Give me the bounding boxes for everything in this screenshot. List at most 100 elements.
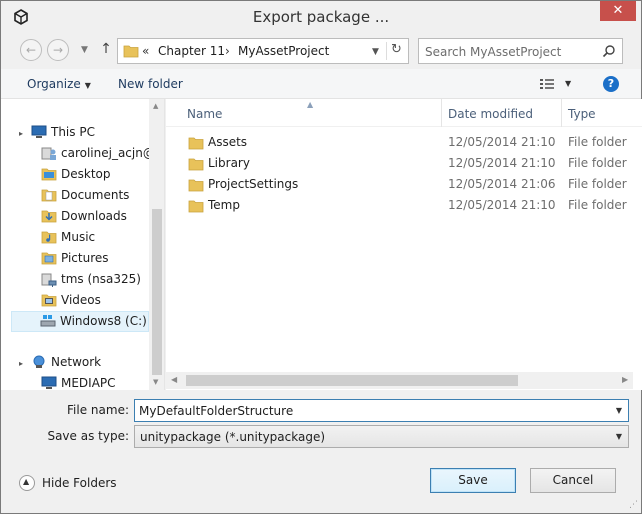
folder-icon (41, 210, 57, 223)
nav-item-label: Downloads (61, 209, 127, 223)
breadcrumb-chapter-11[interactable]: Chapter 11 (158, 44, 225, 58)
window-title: Export package ... (252, 8, 390, 26)
nav-item-label: This PC (51, 125, 95, 139)
view-options-dropdown[interactable]: ▼ (565, 79, 571, 88)
nav-item-music[interactable]: Music (41, 228, 151, 248)
network-drive-icon (41, 273, 57, 287)
folder-icon (41, 168, 57, 181)
nav-item-pictures[interactable]: Pictures (41, 249, 151, 269)
chevron-down-icon: ▼ (81, 45, 88, 55)
save-as-type-label: Save as type: (47, 429, 129, 443)
file-name: Assets (208, 135, 248, 149)
nav-item-label: MEDIAPC (61, 376, 116, 390)
file-row-library[interactable]: Library 12/05/2014 21:10 File folder (166, 153, 642, 174)
scrollbar-thumb[interactable] (152, 209, 162, 375)
nav-item-mediapc[interactable]: MEDIAPC (41, 374, 151, 390)
column-type[interactable]: Type (568, 107, 596, 121)
column-divider[interactable] (441, 99, 442, 127)
file-date: 12/05/2014 21:10 (448, 135, 556, 149)
nav-item-label: Documents (61, 188, 130, 202)
column-date-modified[interactable]: Date modified (448, 107, 533, 121)
file-list-horizontal-scrollbar[interactable]: ◀ ▶ (166, 372, 633, 389)
resize-grip-icon[interactable]: ⋰ (629, 500, 638, 510)
file-name: Library (208, 156, 250, 170)
chevron-down-icon: ▼ (615, 432, 622, 441)
file-row-projectsettings[interactable]: ProjectSettings 12/05/2014 21:06 File fo… (166, 174, 642, 195)
file-type: File folder (568, 177, 627, 191)
nav-item-desktop[interactable]: Desktop (41, 165, 151, 185)
column-name[interactable]: Name (187, 107, 222, 121)
nav-item-label: tms (nsa325) (61, 272, 141, 286)
forward-button[interactable]: → (47, 39, 69, 61)
breadcrumb-myassetproject[interactable]: MyAssetProject (238, 44, 329, 58)
nav-item-tms[interactable]: tms (nsa325) (41, 270, 151, 290)
close-button[interactable]: ✕ (600, 1, 636, 21)
folder-icon (188, 200, 204, 213)
nav-item-user[interactable]: carolinej_acjn@h (41, 144, 162, 164)
view-details-icon[interactable] (539, 78, 555, 90)
scroll-right-icon[interactable]: ▶ (622, 375, 628, 384)
nav-item-downloads[interactable]: Downloads (41, 207, 151, 227)
save-as-type-select[interactable]: unitypackage (*.unitypackage) ▼ (134, 425, 629, 448)
search-box[interactable] (418, 38, 623, 64)
nav-item-documents[interactable]: Documents (41, 186, 151, 206)
expander-icon[interactable]: ▸ (19, 359, 23, 368)
scroll-up-icon[interactable]: ▲ (153, 102, 158, 110)
scrollbar-thumb[interactable] (186, 375, 518, 386)
organize-button[interactable]: Organize ▼ (27, 77, 91, 91)
search-input[interactable] (425, 43, 595, 60)
address-bar[interactable]: « Chapter 11 › MyAssetProject ▼ ↻ (117, 38, 409, 64)
nav-item-videos[interactable]: Videos (41, 291, 151, 311)
cancel-button[interactable]: Cancel (530, 468, 616, 493)
refresh-button[interactable]: ↻ (386, 42, 406, 60)
file-type: File folder (568, 135, 627, 149)
folder-icon (41, 294, 57, 307)
file-row-temp[interactable]: Temp 12/05/2014 21:10 File folder (166, 195, 642, 216)
chevron-down-icon[interactable]: ▼ (616, 406, 622, 415)
nav-item-label: Pictures (61, 251, 109, 265)
breadcrumb-separator[interactable]: › (225, 44, 230, 58)
file-name: ProjectSettings (208, 177, 299, 191)
folder-icon (188, 179, 204, 192)
column-divider[interactable] (561, 99, 562, 127)
new-folder-button[interactable]: New folder (118, 77, 183, 91)
up-button[interactable]: ↑ (98, 41, 114, 59)
back-button[interactable]: ← (20, 39, 42, 61)
export-package-dialog: Export package ... ✕ ← → ▼ ↑ « Chapter 1… (0, 0, 642, 514)
nav-item-windows8-c[interactable]: Windows8 (C:) (11, 311, 149, 332)
recent-locations-dropdown[interactable]: ▼ (81, 45, 88, 55)
computer-icon (41, 376, 57, 389)
file-name-combobox[interactable]: ▼ (134, 399, 629, 422)
nav-item-label: Videos (61, 293, 101, 307)
folder-icon (41, 231, 57, 244)
file-date: 12/05/2014 21:10 (448, 156, 556, 170)
scroll-down-icon[interactable]: ▼ (153, 378, 158, 386)
address-dropdown[interactable]: ▼ (372, 47, 379, 57)
title-bar[interactable]: Export package ... ✕ (1, 1, 641, 33)
user-icon (41, 147, 56, 160)
drive-icon (40, 315, 56, 327)
scroll-left-icon[interactable]: ◀ (171, 375, 177, 384)
nav-item-network[interactable]: Network (31, 353, 146, 373)
file-type: File folder (568, 156, 627, 170)
file-row-assets[interactable]: Assets 12/05/2014 21:10 File folder (166, 132, 642, 153)
refresh-icon: ↻ (391, 42, 402, 57)
address-overflow[interactable]: « (142, 44, 149, 58)
nav-item-label: Music (61, 230, 96, 244)
file-name-label: File name: (67, 403, 129, 417)
navigation-scrollbar[interactable]: ▲ ▼ (149, 99, 164, 390)
save-button[interactable]: Save (430, 468, 516, 493)
folder-icon (41, 189, 57, 202)
help-icon[interactable]: ? (603, 76, 619, 92)
folder-icon (188, 158, 204, 171)
expander-icon[interactable]: ▸ (19, 129, 23, 138)
nav-item-label: Desktop (61, 167, 111, 181)
computer-icon (31, 125, 47, 138)
arrow-left-icon: ← (25, 43, 37, 57)
column-header-row: ▲ Name Date modified Type (166, 99, 642, 127)
sort-ascending-icon: ▲ (307, 100, 314, 109)
folder-icon (123, 45, 139, 58)
search-icon (602, 45, 615, 58)
file-name-input[interactable] (139, 403, 609, 419)
nav-item-this-pc[interactable]: This PC (31, 123, 146, 143)
